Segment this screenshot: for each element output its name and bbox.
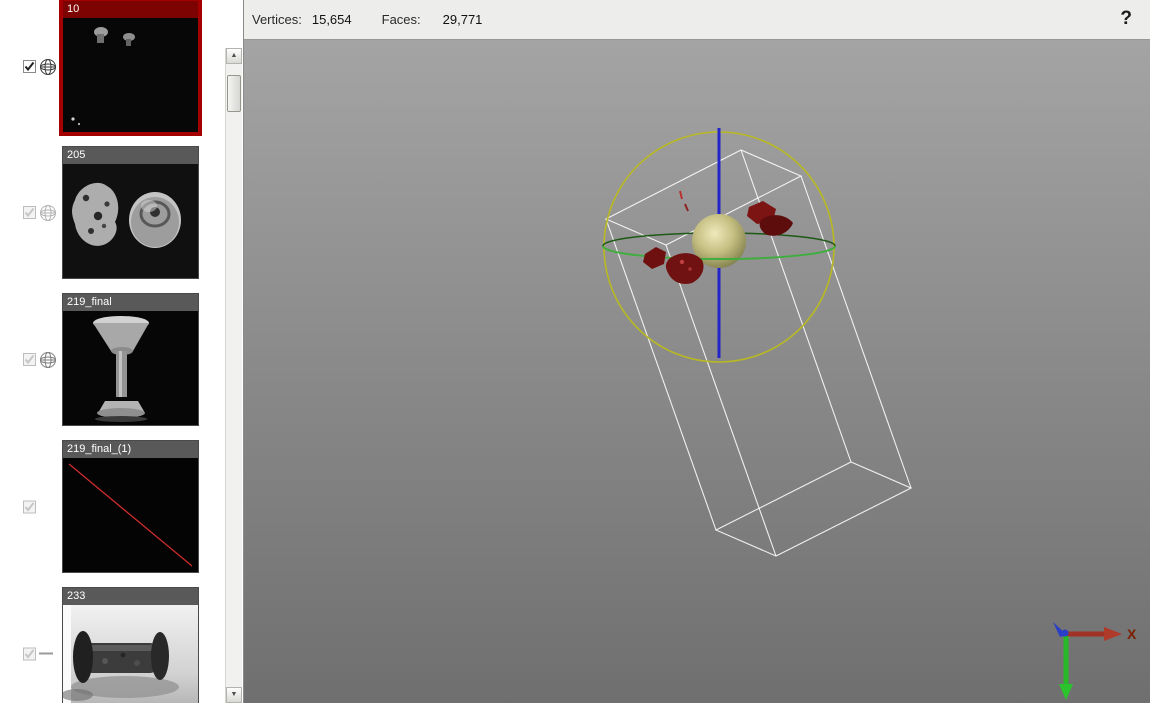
check-icon — [24, 501, 35, 512]
scan-name: 219_final — [63, 294, 198, 311]
scan-visibility-checkbox[interactable] — [23, 500, 36, 513]
scroll-up-button[interactable]: ▲ — [226, 48, 242, 64]
scan-preview-image — [63, 458, 198, 572]
scroll-down-button[interactable]: ▼ — [226, 687, 242, 703]
scan-preview-image — [63, 164, 198, 278]
scan-name: 219_final_(1) — [63, 441, 198, 458]
check-icon — [24, 207, 35, 218]
scan-row: 219_final — [0, 293, 225, 426]
check-icon — [24, 648, 35, 659]
viewport-statusbar: Vertices: 15,654 Faces: 29,771 ? — [244, 0, 1150, 40]
scan-row-controls — [23, 203, 59, 223]
mesh-sphere-icon[interactable] — [37, 350, 59, 370]
scan-visibility-checkbox[interactable] — [23, 60, 36, 73]
x-axis-arrow — [1104, 627, 1122, 641]
scan-row-controls — [23, 350, 59, 370]
3d-viewport: Vertices: 15,654 Faces: 29,771 ? — [243, 0, 1150, 703]
scan-name: 205 — [63, 147, 198, 164]
scan-row-controls — [23, 647, 53, 660]
application-window: 10 — [0, 0, 1150, 703]
mesh-sphere-icon[interactable] — [37, 203, 59, 223]
scan-list-scrollbar[interactable]: ▲ ▼ — [225, 48, 242, 703]
y-axis-arrow — [1059, 684, 1073, 700]
scan-name: 10 — [63, 1, 198, 18]
faces-value: 29,771 — [443, 12, 483, 27]
scroll-down-icon: ▼ — [231, 691, 238, 698]
scroll-up-icon: ▲ — [231, 52, 238, 59]
scan-visibility-checkbox[interactable] — [23, 647, 36, 660]
axis-x-label: X — [1127, 626, 1137, 642]
3d-scene[interactable]: X — [244, 40, 1150, 703]
scan-visibility-checkbox[interactable] — [23, 206, 36, 219]
check-icon — [24, 61, 35, 72]
vertices-value: 15,654 — [312, 12, 352, 27]
scan-visibility-checkbox[interactable] — [23, 353, 36, 366]
scan-thumbnail[interactable]: 205 — [62, 146, 199, 279]
scan-thumbnail[interactable]: 219_final_(1) — [62, 440, 199, 573]
scan-row: 233 — [0, 587, 225, 703]
faces-label: Faces: — [382, 12, 421, 27]
axis-triad: X — [1053, 622, 1137, 700]
scan-preview-image — [63, 605, 198, 703]
vertices-label: Vertices: — [252, 12, 302, 27]
check-icon — [24, 354, 35, 365]
scan-thumbnail[interactable]: 10 — [62, 0, 199, 133]
scan-preview-image — [63, 18, 198, 132]
scan-preview-image — [63, 311, 198, 425]
scan-row: 205 — [0, 146, 225, 279]
scan-list-panel: 10 — [0, 0, 225, 703]
help-button[interactable]: ? — [1120, 8, 1132, 30]
scrollbar-thumb[interactable] — [227, 75, 241, 112]
scan-row-controls — [23, 57, 59, 77]
scan-row: 219_final_(1) — [0, 440, 225, 573]
tree-connector-line — [39, 653, 53, 655]
scan-thumbnail[interactable]: 233 — [62, 587, 199, 703]
3d-canvas[interactable]: X — [244, 40, 1150, 703]
scan-row: 10 — [0, 0, 225, 133]
mesh-sphere-icon[interactable] — [37, 57, 59, 77]
scan-thumbnail[interactable]: 219_final — [62, 293, 199, 426]
scan-row-controls — [23, 500, 36, 513]
scan-name: 233 — [63, 588, 198, 605]
